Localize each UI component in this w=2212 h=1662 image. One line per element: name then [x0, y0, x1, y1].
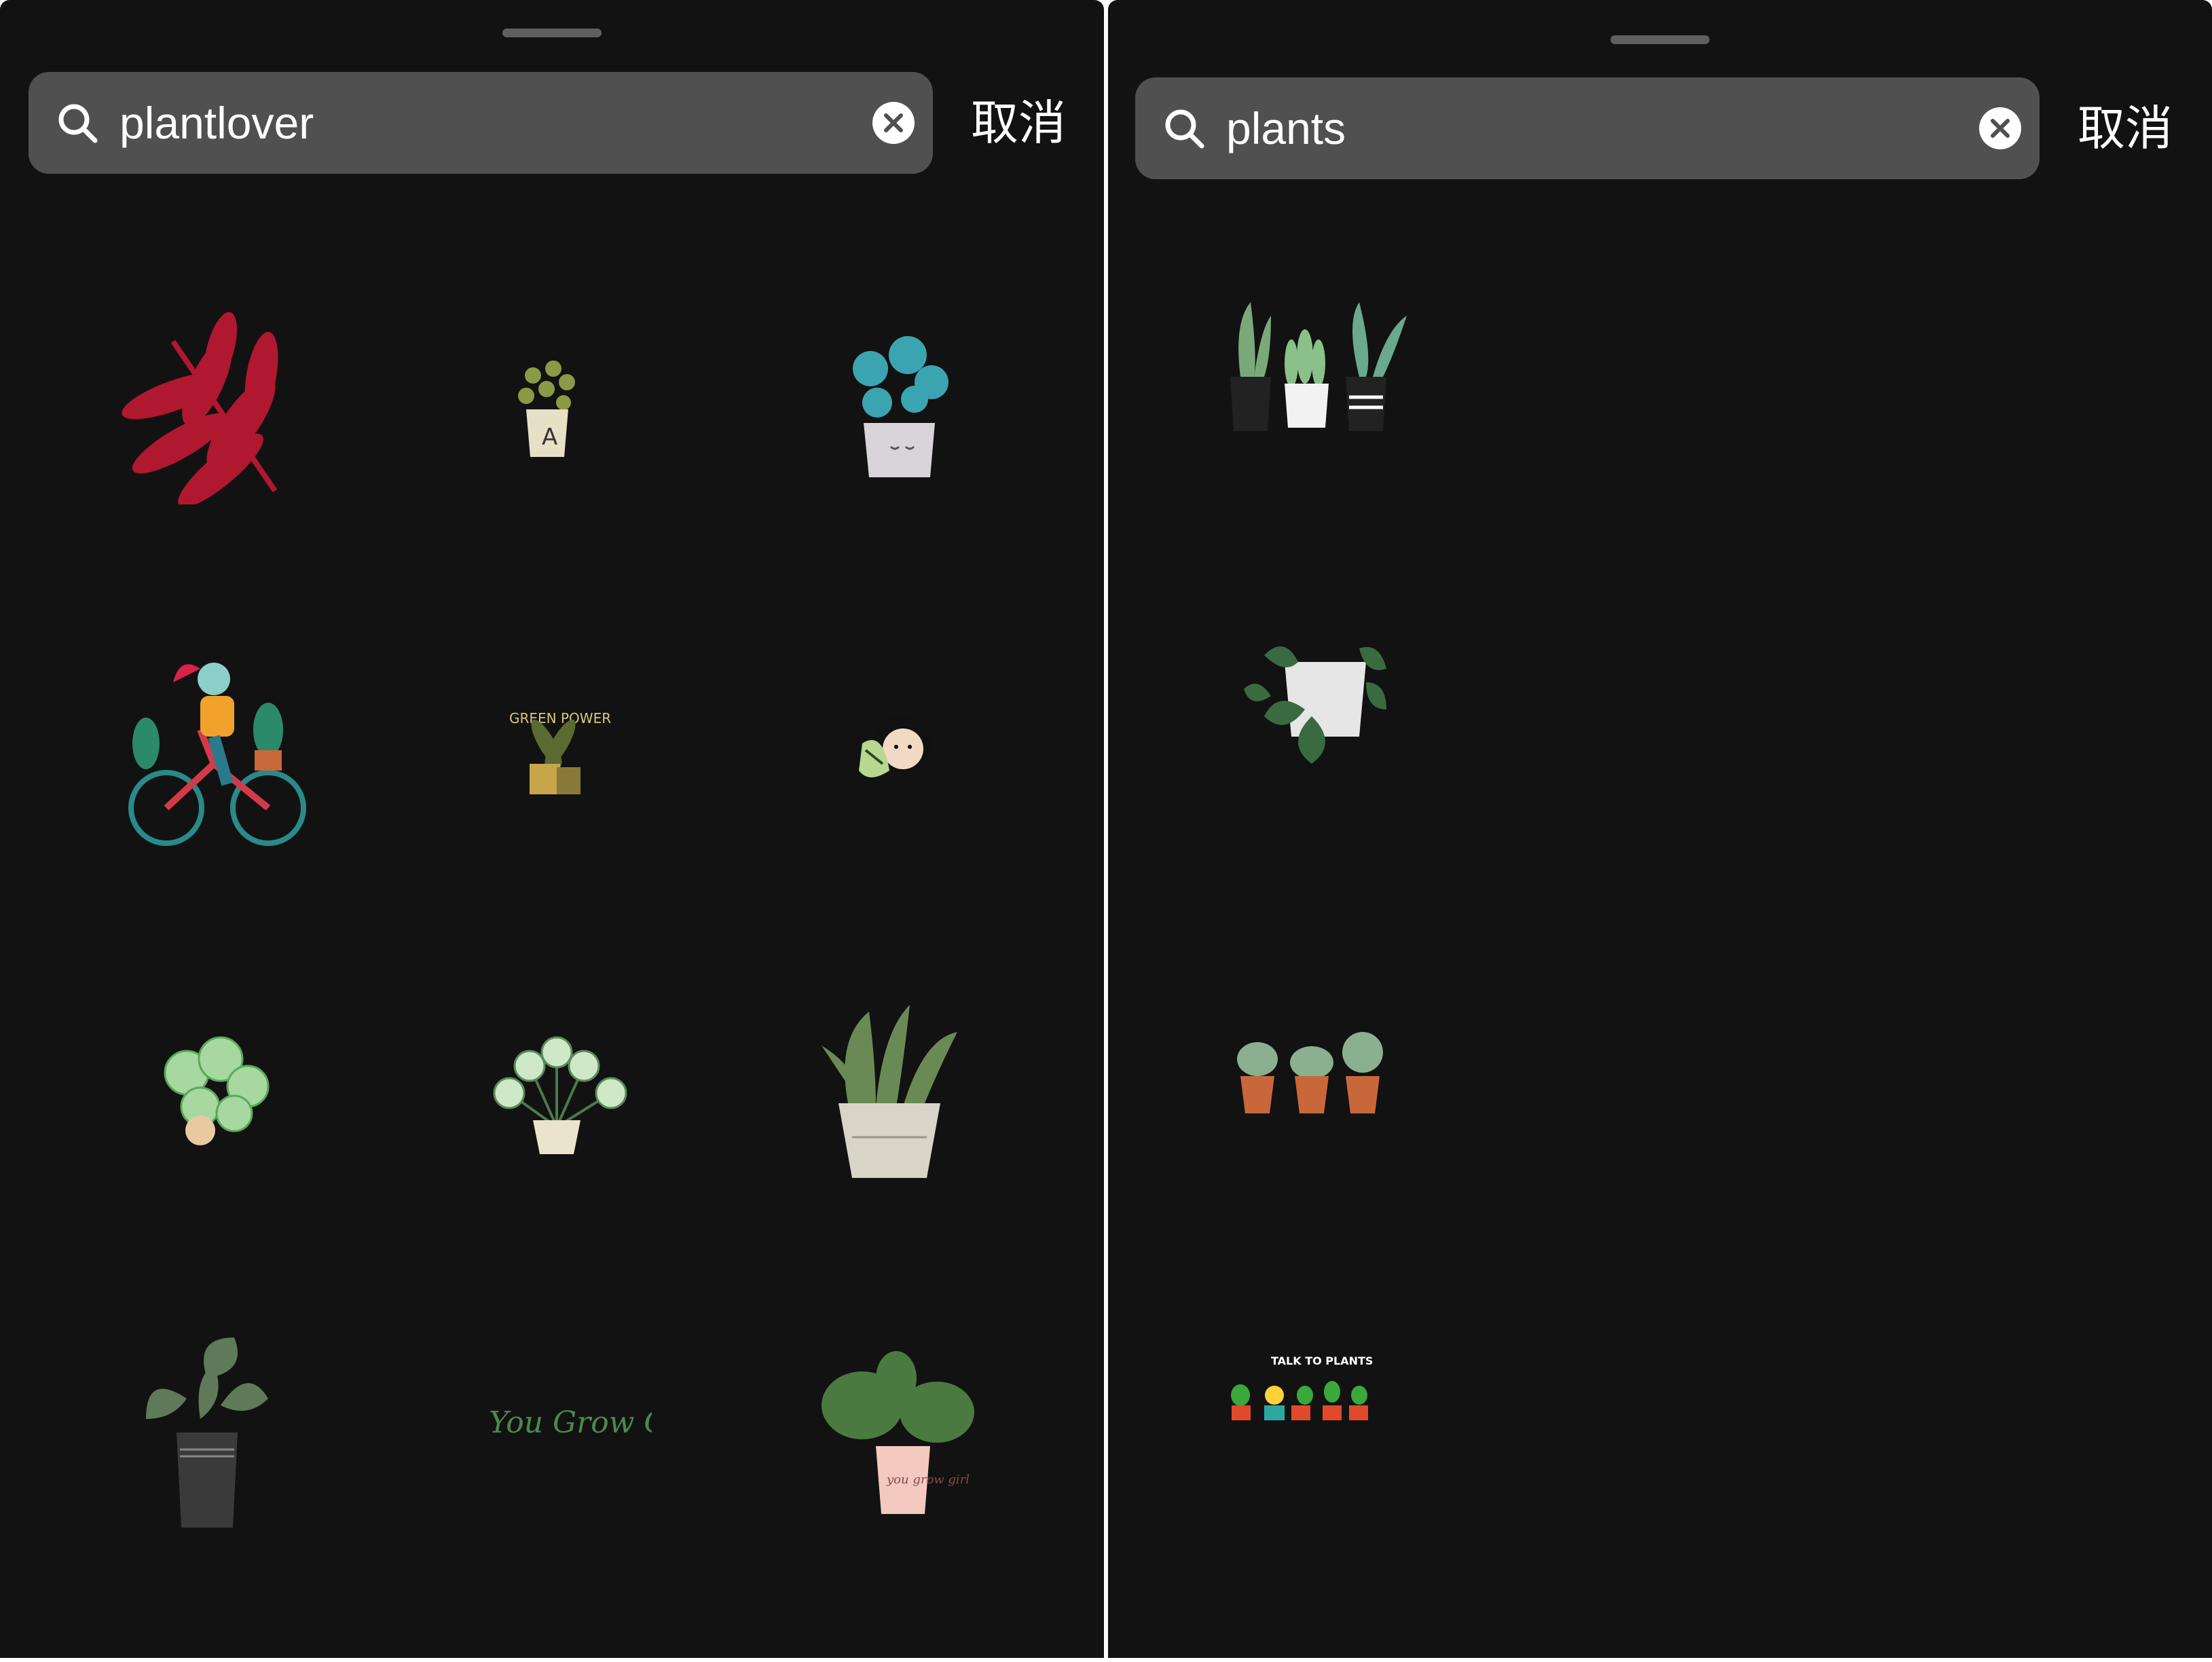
sticker-three-potted-plants[interactable] — [1210, 261, 1414, 465]
sticker-pilea-cream-pot[interactable] — [455, 991, 659, 1195]
red-fern-leaf-icon — [122, 312, 278, 504]
three-plants-icon — [1230, 302, 1407, 431]
sticker-you-grow-girl[interactable]: You Grow Girl — [448, 1331, 652, 1534]
snake-plant-icon — [822, 1005, 957, 1178]
search-icon — [1165, 109, 1204, 149]
search-bar[interactable]: plantlover — [29, 72, 933, 174]
sticker-girl-on-bicycle[interactable] — [112, 648, 316, 852]
svg-text:GREEN POWER: GREEN POWER — [509, 710, 611, 726]
you-grow-girl-lettering-icon: You Grow Girl — [489, 1405, 652, 1440]
sticker-pothos-white-pot[interactable] — [1210, 608, 1414, 811]
svg-text:you grow girl: you grow girl — [886, 1473, 970, 1487]
clear-search-icon[interactable] — [872, 101, 915, 145]
svg-text:TALK TO PLANTS: TALK TO PLANTS — [1271, 1354, 1373, 1367]
peeking-girl-icon — [859, 715, 932, 777]
sticker-alocasia[interactable] — [105, 1331, 309, 1534]
cancel-button[interactable]: 取消 — [971, 72, 1066, 174]
talk-to-plants-icon: TALK TO PLANTS — [1231, 1354, 1373, 1420]
sticker-talk-to-plants[interactable]: TALK TO PLANTS — [1210, 1304, 1414, 1507]
search-icon — [58, 104, 98, 143]
sticker-teal-pilea[interactable] — [796, 301, 999, 504]
sticker-search-sheet-right: plants 取消 TALK TO PLANTS — [1108, 0, 2212, 1658]
watercolor-pilea-icon — [164, 1036, 270, 1145]
sticker-watercolor-pilea[interactable] — [112, 991, 316, 1195]
succulents-icon — [1237, 1032, 1383, 1113]
drag-handle[interactable] — [502, 29, 602, 37]
pothos-icon — [1244, 646, 1386, 764]
sticker-three-succulents[interactable] — [1210, 964, 1414, 1168]
svg-text:You Grow Girl: You Grow Girl — [489, 1405, 652, 1440]
pilea-cream-pot-icon — [493, 1036, 627, 1154]
search-bar[interactable]: plants — [1135, 77, 2040, 179]
sticker-search-sheet-left: plantlover 取消 A GREEN POWER You Grow you… — [0, 0, 1104, 1658]
pilea-icon — [853, 336, 948, 477]
bicycle-girl-icon — [128, 663, 306, 846]
sticker-red-fern-leaf[interactable] — [105, 301, 309, 504]
svg-text:A: A — [542, 424, 557, 451]
search-input[interactable]: plants — [1226, 77, 1346, 179]
monstera-pink-pot-icon: you grow girl — [822, 1351, 974, 1514]
potted-plant-icon: A — [518, 361, 575, 457]
green-power-icon: GREEN POWER — [509, 710, 611, 794]
sticker-small-potted-plant[interactable]: A — [445, 301, 648, 504]
clear-search-icon[interactable] — [1978, 107, 2022, 150]
alocasia-icon — [146, 1337, 268, 1528]
search-input[interactable]: plantlover — [119, 72, 314, 174]
drag-handle[interactable] — [1610, 35, 1710, 44]
cancel-button[interactable]: 取消 — [2078, 77, 2173, 179]
bottom-edge — [0, 1658, 2212, 1662]
sticker-girl-peeking[interactable] — [788, 648, 991, 852]
sticker-monstera-pink-pot[interactable]: you grow girl — [801, 1331, 1005, 1534]
sticker-snake-plant[interactable] — [788, 991, 991, 1195]
sticker-green-power[interactable]: GREEN POWER — [445, 648, 648, 852]
